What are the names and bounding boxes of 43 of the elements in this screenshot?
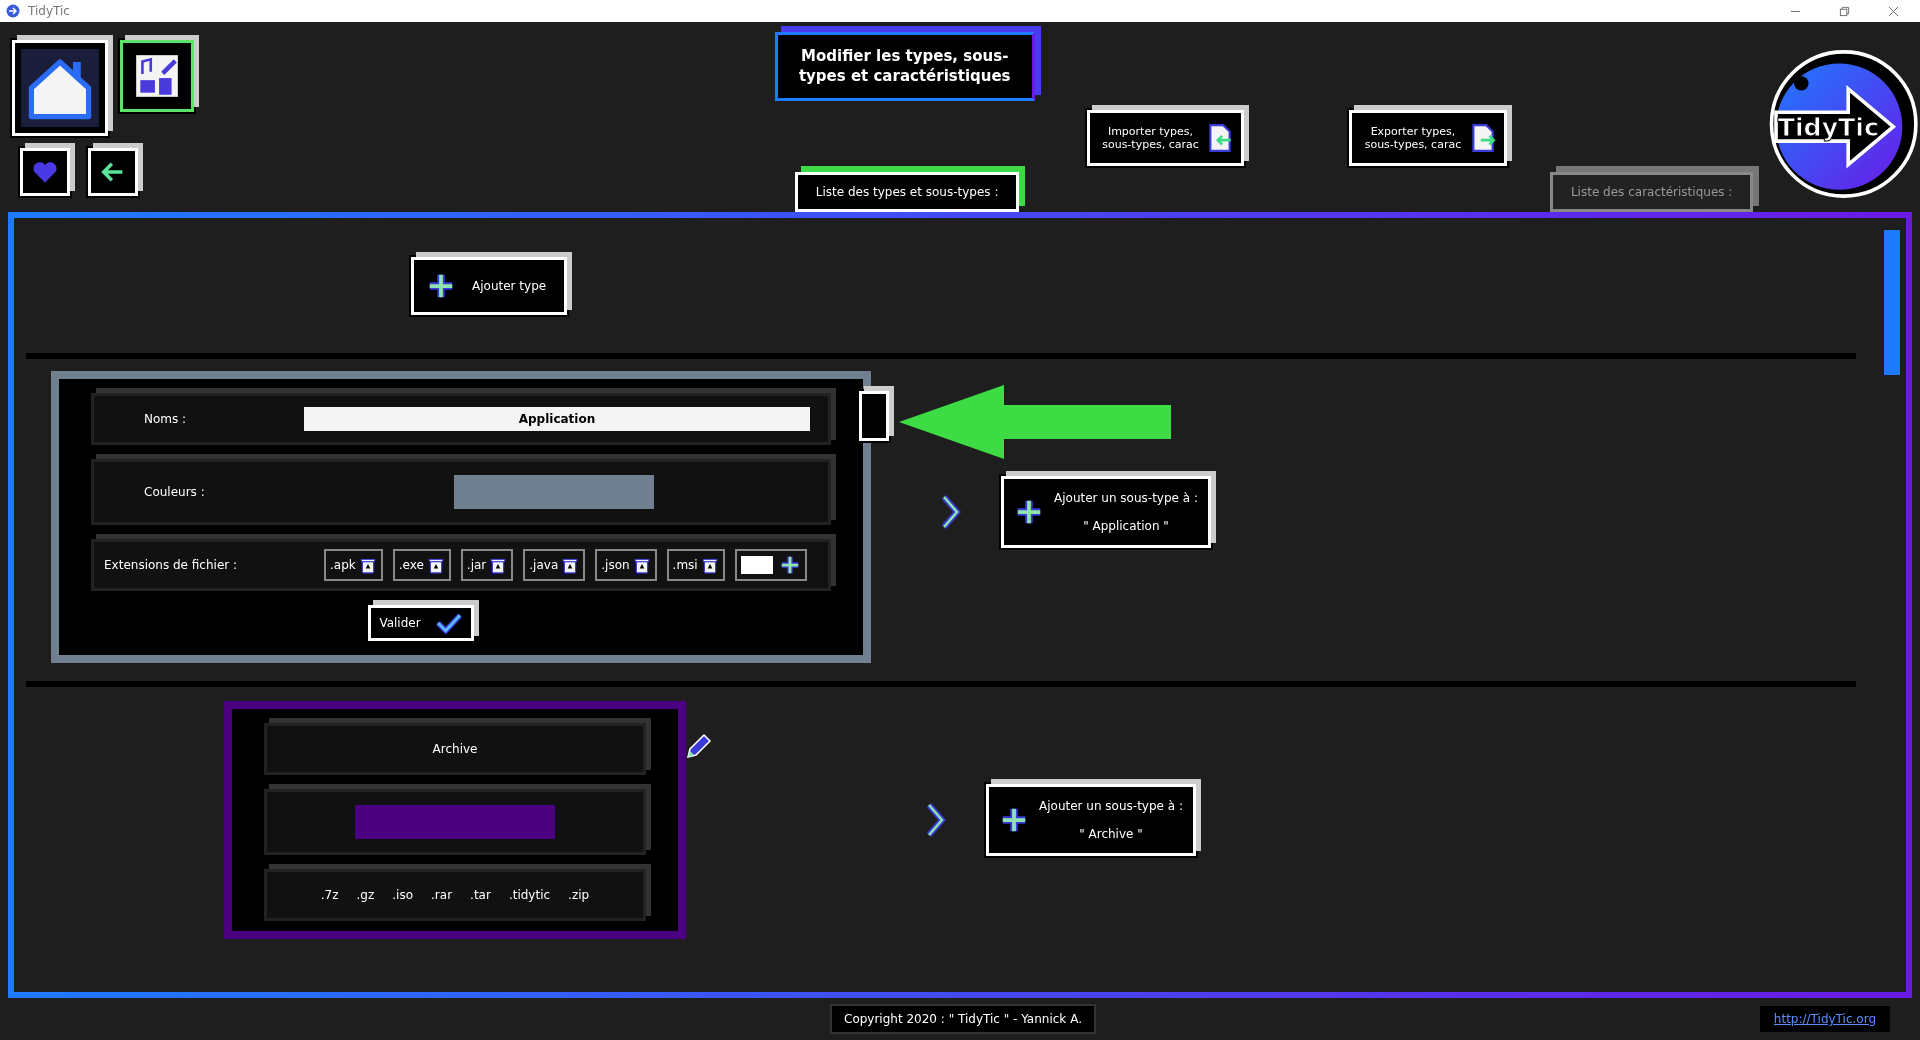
trash-icon[interactable]: [632, 556, 651, 574]
name-field[interactable]: Application: [304, 407, 810, 431]
house-icon: [21, 49, 99, 127]
close-icon[interactable]: [1888, 5, 1899, 17]
chevron-icon: [926, 803, 946, 837]
field-label: Couleurs :: [143, 485, 206, 499]
extension-text: .json: [601, 558, 630, 572]
extension-input[interactable]: [740, 556, 773, 574]
extension-text: .7z: [320, 888, 339, 902]
trash-icon[interactable]: [700, 556, 719, 574]
trash-icon[interactable]: [489, 556, 508, 574]
checkmark-icon: [434, 612, 463, 634]
color-swatch[interactable]: [454, 475, 654, 509]
type-name: Archive: [432, 742, 478, 756]
extension-text: .gz: [356, 888, 375, 902]
extension-text: .iso: [392, 888, 414, 902]
extension-text: .zip: [568, 888, 590, 902]
extension-text: .apk: [330, 558, 356, 572]
file-import-icon: [1207, 123, 1234, 153]
extension-text: .msi: [672, 558, 698, 572]
app-logo-icon: [6, 4, 20, 18]
restore-icon[interactable]: [1839, 5, 1850, 17]
subtype-target: " Archive ": [1079, 827, 1143, 841]
field-label: Noms :: [143, 412, 188, 426]
extension-text: .rar: [431, 888, 453, 902]
chevron-icon: [941, 495, 961, 529]
trash-icon[interactable]: [426, 556, 445, 574]
file-export-icon: [1469, 123, 1496, 153]
copyright-text: Copyright 2020 : " TidyTic " - Yannick A.: [830, 1004, 1096, 1034]
extension-text: .jar: [466, 558, 487, 572]
extension-text: .exe: [398, 558, 424, 572]
extension-text: .java: [529, 558, 559, 572]
website-link[interactable]: http://TidyTic.org: [1759, 1006, 1890, 1032]
subtype-target: " Application ": [1083, 519, 1169, 533]
extension-text: .tidytic: [508, 888, 551, 902]
field-label: Extensions de fichier :: [104, 558, 239, 572]
extension-text: .tar: [470, 888, 491, 902]
trash-icon[interactable]: [561, 556, 580, 574]
scrollbar-thumb[interactable]: [1884, 230, 1900, 375]
subtype-label: Ajouter un sous-type à :: [1054, 491, 1198, 505]
window-title: TidyTic: [28, 4, 70, 18]
subtype-label: Ajouter un sous-type à :: [1039, 799, 1183, 813]
trash-icon[interactable]: [358, 556, 377, 574]
